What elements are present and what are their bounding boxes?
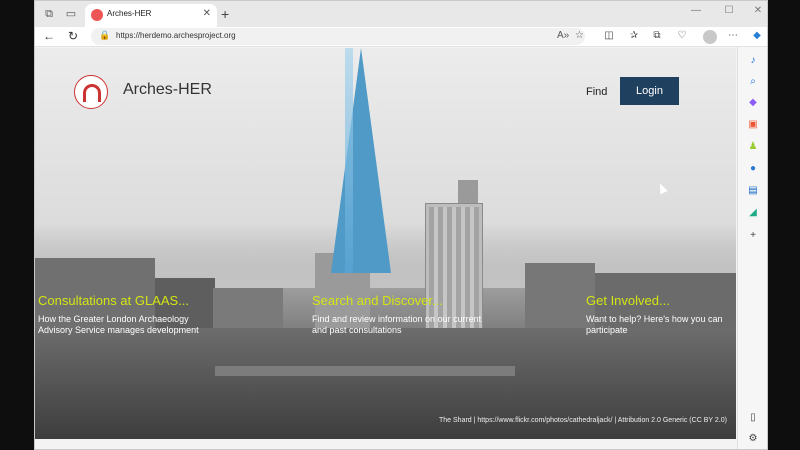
refresh-icon[interactable]: ↻ — [65, 29, 81, 43]
lock-icon[interactable]: 🔒 — [99, 30, 110, 41]
microsoft-365-icon[interactable]: ● — [746, 163, 760, 175]
close-window-button[interactable]: ✕ — [748, 5, 767, 16]
feature-search[interactable]: Search and Discover... Find and review i… — [312, 293, 482, 336]
drop-icon[interactable]: ◢ — [746, 207, 760, 219]
browser-window: ⧉ ▭ Arches-HER ✕ + — ☐ ✕ ← ↻ 🔒 https://h… — [34, 0, 768, 450]
browser-tab[interactable]: Arches-HER ✕ — [85, 4, 217, 27]
feature-title[interactable]: Consultations at GLAAS... — [38, 293, 208, 309]
collections-icon[interactable]: ⧉ — [649, 30, 665, 41]
more-icon[interactable]: ⋯ — [725, 30, 741, 41]
mouse-cursor-icon — [656, 181, 668, 195]
feature-title[interactable]: Search and Discover... — [312, 293, 482, 309]
find-link[interactable]: Find — [586, 86, 607, 98]
feature-text: Want to help? Here's how you can partici… — [586, 314, 723, 335]
add-sidebar-app-icon[interactable]: + — [746, 230, 760, 242]
feature-get-involved[interactable]: Get Involved... Want to help? Here's how… — [586, 293, 734, 336]
outlook-icon[interactable]: ▤ — [746, 185, 760, 197]
read-aloud-icon[interactable]: A» — [557, 30, 569, 41]
split-screen-icon[interactable]: ◫ — [601, 30, 617, 41]
url-text[interactable]: https://herdemo.archesproject.org — [116, 31, 236, 40]
login-button[interactable]: Login — [620, 77, 679, 105]
favorites-icon[interactable]: ✰ — [626, 30, 642, 41]
workspaces-icon[interactable]: ⧉ — [42, 7, 56, 21]
the-shard-highlight — [345, 48, 353, 273]
site-title[interactable]: Arches-HER — [123, 81, 212, 99]
feature-text: Find and review information on our curre… — [312, 314, 482, 335]
address-bar[interactable]: 🔒 https://herdemo.archesproject.org A» ☆ — [91, 28, 585, 45]
hide-sidebar-icon[interactable]: ▯ — [746, 412, 760, 424]
search-icon[interactable]: ⌕ — [746, 76, 760, 88]
favorite-star-icon[interactable]: ☆ — [575, 30, 584, 41]
extensions-icon[interactable]: ♡ — [674, 30, 690, 41]
shopping-icon[interactable]: ◆ — [746, 97, 760, 109]
back-icon[interactable]: ← — [41, 29, 57, 43]
tab-actions-icon[interactable]: ▭ — [64, 7, 78, 21]
new-tab-button[interactable]: + — [221, 6, 229, 22]
river — [215, 366, 515, 376]
copilot-icon[interactable]: ◆ — [749, 30, 765, 41]
tab-strip: ⧉ ▭ Arches-HER ✕ + — ☐ ✕ — [35, 1, 767, 27]
notifications-bell-icon[interactable]: ♪ — [746, 55, 760, 67]
feature-consultations[interactable]: Consultations at GLAAS... How the Greate… — [38, 293, 208, 336]
minimize-button[interactable]: — — [686, 5, 706, 16]
image-credit: The Shard | https://www.flickr.com/photo… — [439, 417, 727, 424]
navigation-bar: ← ↻ 🔒 https://herdemo.archesproject.org … — [35, 27, 767, 47]
sidebar-settings-icon[interactable]: ⚙ — [746, 433, 760, 445]
arches-logo-icon[interactable] — [74, 75, 108, 109]
feature-title[interactable]: Get Involved... — [586, 293, 734, 309]
site-favicon-icon — [91, 9, 103, 21]
page-content: Arches-HER Find Login Consultations at G… — [35, 48, 736, 439]
edge-sidebar: ♪ ⌕ ◆ ▣ ♟ ● ▤ ◢ + ▯ ⚙ — [737, 47, 767, 449]
tab-close-icon[interactable]: ✕ — [203, 8, 211, 19]
tab-title: Arches-HER — [107, 9, 152, 18]
profile-icon[interactable] — [703, 30, 717, 44]
feature-text: How the Greater London Archaeology Advis… — [38, 314, 199, 335]
games-icon[interactable]: ♟ — [746, 141, 760, 153]
the-shard-tower — [331, 48, 391, 273]
tools-icon[interactable]: ▣ — [746, 119, 760, 131]
maximize-button[interactable]: ☐ — [719, 5, 739, 16]
